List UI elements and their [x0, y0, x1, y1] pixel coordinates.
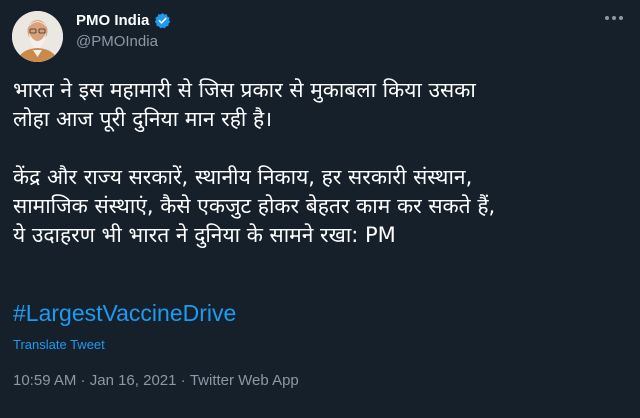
translate-tweet-link[interactable]: Translate Tweet [13, 337, 105, 352]
tweet-text-line: भारत ने इस महामारी से जिस प्रकार से मुका… [13, 78, 476, 102]
author-name-row: PMO India [76, 12, 171, 29]
tweet-text-line: लोहा आज पूरी दुनिया मान रही है। [13, 107, 273, 131]
tweet-text-line: ये उदाहरण भी भारत ने दुनिया के सामने रखा… [13, 223, 396, 247]
hashtag-link[interactable]: #LargestVaccineDrive [13, 300, 236, 327]
tweet-text: भारत ने इस महामारी से जिस प्रकार से मुका… [13, 76, 628, 250]
avatar-image [12, 11, 63, 62]
meta-separator: · [176, 372, 190, 389]
tweet-date[interactable]: Jan 16, 2021 [90, 372, 177, 389]
meta-separator: · [76, 372, 90, 389]
author-display-name[interactable]: PMO India [76, 12, 149, 29]
avatar[interactable] [12, 11, 63, 62]
tweet-text-line: सामाजिक संस्थाएं, कैसे एकजुट होकर बेहतर … [13, 194, 496, 218]
author-handle[interactable]: @PMOIndia [76, 33, 158, 50]
tweet-text-line: केंद्र और राज्य सरकारें, स्थानीय निकाय, … [13, 165, 473, 189]
tweet-time[interactable]: 10:59 AM [13, 372, 76, 389]
tweet-card: PMO India @PMOIndia भारत ने इस महामारी स… [0, 0, 640, 418]
tweet-source[interactable]: Twitter Web App [190, 372, 299, 389]
more-options-icon[interactable] [603, 10, 625, 26]
verified-badge-icon [154, 12, 171, 29]
tweet-metadata: 10:59 AM · Jan 16, 2021 · Twitter Web Ap… [13, 372, 299, 389]
